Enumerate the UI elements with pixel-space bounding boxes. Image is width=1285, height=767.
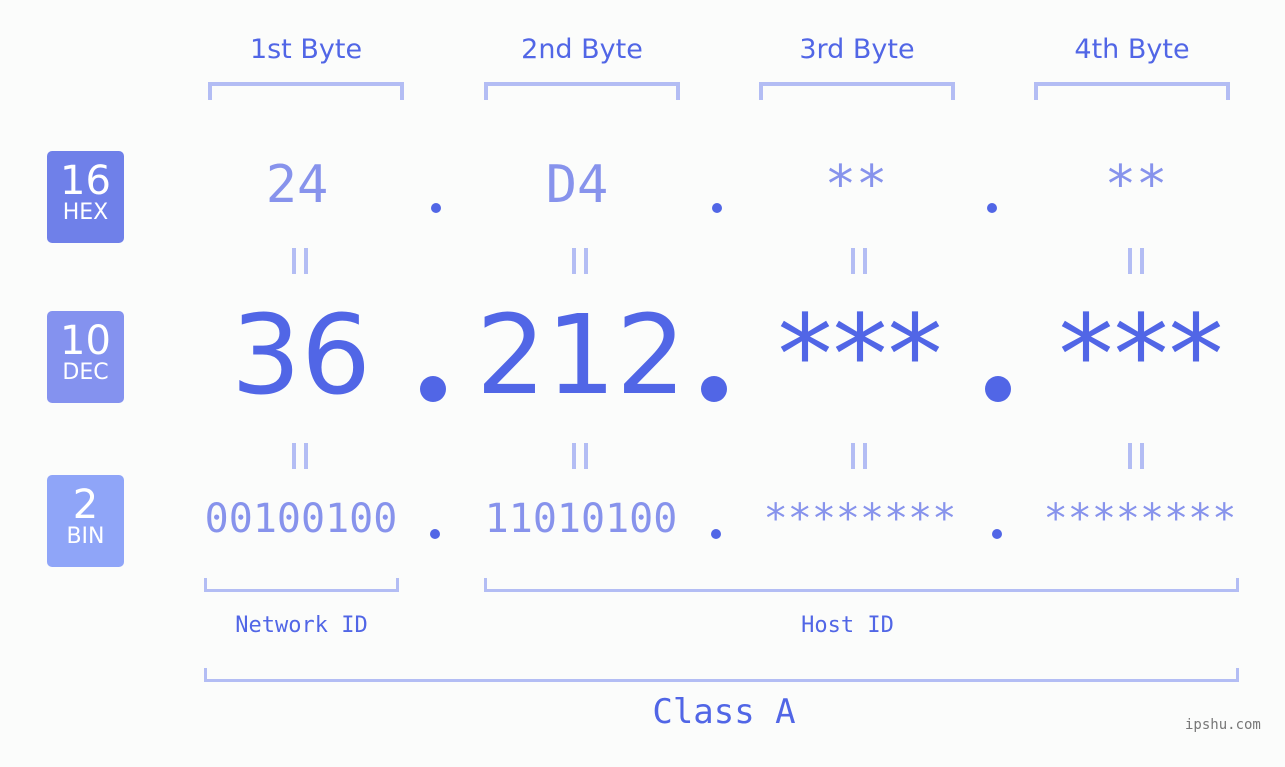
byte-label-1: 1st Byte <box>249 34 363 65</box>
hex-dot-1 <box>431 203 441 213</box>
network-id-label: Network ID <box>235 613 368 638</box>
equals-icon <box>572 443 588 469</box>
byte-bracket-2 <box>484 82 680 100</box>
class-bracket <box>204 668 1239 682</box>
hex-badge-number: 16 <box>60 158 111 204</box>
hex-dot-3 <box>987 203 997 213</box>
dec-badge-number: 10 <box>60 318 111 364</box>
dec-byte-1: 36 <box>231 291 371 419</box>
dec-byte-2: 212 <box>476 291 686 419</box>
bin-badge-label: BIN <box>66 524 105 549</box>
bin-dot-2 <box>711 529 721 539</box>
hex-badge-label: HEX <box>62 200 109 225</box>
hex-byte-3: ** <box>824 155 888 215</box>
dec-dot-2 <box>701 376 727 402</box>
equals-icon <box>572 248 588 274</box>
byte-label-2: 2nd Byte <box>521 34 643 65</box>
bin-byte-2: 11010100 <box>484 496 678 542</box>
byte-label-3: 3rd Byte <box>799 34 915 65</box>
dec-badge-label: DEC <box>62 360 109 385</box>
dec-byte-3: *** <box>777 291 943 419</box>
bin-badge-number: 2 <box>72 482 99 528</box>
hex-byte-1: 24 <box>265 155 329 215</box>
equals-icon <box>1128 248 1144 274</box>
hex-byte-4: ** <box>1104 155 1168 215</box>
watermark: ipshu.com <box>1185 717 1261 733</box>
dec-badge: 10 DEC <box>47 311 124 403</box>
bin-byte-4: ******** <box>1043 496 1237 542</box>
host-id-label: Host ID <box>801 613 894 638</box>
bin-byte-1: 00100100 <box>204 496 398 542</box>
class-label: Class A <box>652 692 796 732</box>
equals-icon <box>292 443 308 469</box>
dec-dot-1 <box>420 376 446 402</box>
bin-dot-3 <box>992 529 1002 539</box>
dec-dot-3 <box>985 376 1011 402</box>
hex-dot-2 <box>712 203 722 213</box>
equals-icon <box>292 248 308 274</box>
equals-icon <box>1128 443 1144 469</box>
hex-byte-2: D4 <box>545 155 609 215</box>
byte-bracket-4 <box>1034 82 1230 100</box>
equals-icon <box>851 248 867 274</box>
host-id-bracket <box>484 578 1239 592</box>
byte-label-4: 4th Byte <box>1074 34 1190 65</box>
bin-dot-1 <box>430 529 440 539</box>
dec-byte-4: *** <box>1058 291 1224 419</box>
byte-bracket-1 <box>208 82 404 100</box>
bin-badge: 2 BIN <box>47 475 124 567</box>
bin-byte-3: ******** <box>763 496 957 542</box>
network-id-bracket <box>204 578 399 592</box>
byte-bracket-3 <box>759 82 955 100</box>
equals-icon <box>851 443 867 469</box>
hex-badge: 16 HEX <box>47 151 124 243</box>
